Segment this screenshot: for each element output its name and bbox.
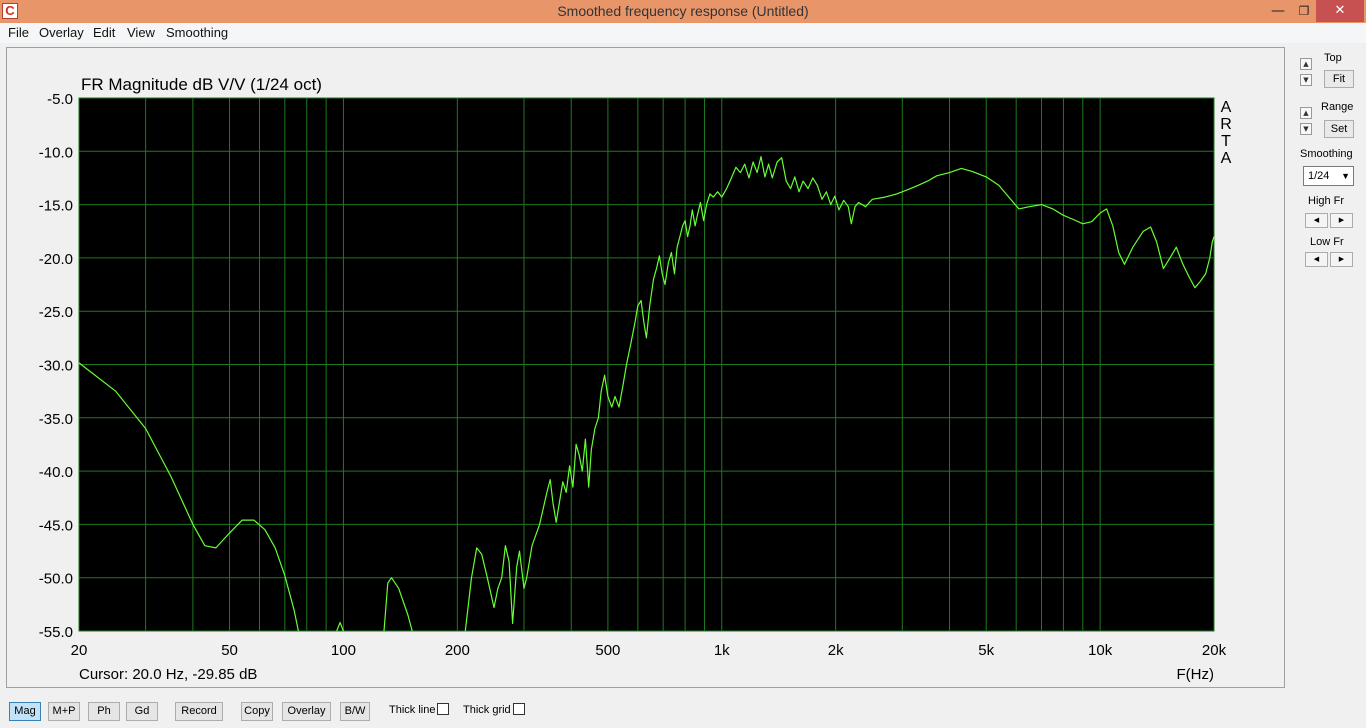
smoothing-label: Smoothing <box>1300 148 1353 160</box>
magnitude-phase-button[interactable]: M+P <box>48 702 80 721</box>
y-tick-label: -55.0 <box>39 624 73 641</box>
high-fr-left-button[interactable]: ◀ <box>1305 213 1328 228</box>
x-tick-label: 50 <box>221 642 238 659</box>
cursor-readout: Cursor: 20.0 Hz, -29.85 dB <box>79 666 257 683</box>
menu-edit[interactable]: Edit <box>93 25 115 40</box>
thick-line-label: Thick line <box>389 704 436 716</box>
watermark-letter: R <box>1220 116 1232 133</box>
y-tick-label: -25.0 <box>39 304 73 321</box>
phase-button[interactable]: Ph <box>88 702 120 721</box>
x-axis-label: F(Hz) <box>1177 666 1215 683</box>
y-tick-label: -45.0 <box>39 517 73 534</box>
menu-overlay[interactable]: Overlay <box>39 25 84 40</box>
menu-bar: File Overlay Edit View Smoothing <box>0 23 1366 43</box>
chevron-down-icon: ▼ <box>1341 171 1350 181</box>
watermark-letter: T <box>1221 133 1231 150</box>
minimize-button[interactable]: — <box>1264 0 1292 22</box>
y-tick-label: -15.0 <box>39 198 73 215</box>
y-tick-label: -5.0 <box>47 91 73 108</box>
overlay-button[interactable]: Overlay <box>282 702 331 721</box>
top-up-spin[interactable]: ▲ <box>1300 58 1312 70</box>
set-button[interactable]: Set <box>1324 120 1354 138</box>
y-tick-label: -50.0 <box>39 571 73 588</box>
y-tick-label: -35.0 <box>39 411 73 428</box>
record-button[interactable]: Record <box>175 702 223 721</box>
thick-grid-checkbox[interactable] <box>513 703 525 715</box>
y-tick-labels: -5.0 -10.0 -15.0 -20.0 -25.0 -30.0 -35.0 -40.0 -… <box>39 91 73 641</box>
x-tick-label: 500 <box>595 642 620 659</box>
window-title: Smoothed frequency response (Untitled) <box>557 3 809 19</box>
bottom-toolbar: Mag M+P Ph Gd Record Copy Overlay B/W Th… <box>0 694 1366 728</box>
x-tick-label: 20k <box>1202 642 1227 659</box>
group-delay-button[interactable]: Gd <box>126 702 158 721</box>
x-tick-label: 1k <box>714 642 730 659</box>
low-fr-right-button[interactable]: ▶ <box>1330 252 1353 267</box>
menu-file[interactable]: File <box>8 25 29 40</box>
x-tick-label: 100 <box>331 642 356 659</box>
x-tick-labels: 20 50 100 200 500 1k 2k 5k 10k 20k <box>71 642 1227 659</box>
title-bar: C Smoothed frequency response (Untitled)… <box>0 0 1366 24</box>
range-label: Range <box>1321 101 1354 113</box>
low-fr-left-button[interactable]: ◀ <box>1305 252 1328 267</box>
y-tick-label: -10.0 <box>39 144 73 161</box>
thick-line-checkbox[interactable] <box>437 703 449 715</box>
smoothing-value: 1/24 <box>1308 170 1330 182</box>
x-tick-label: 5k <box>978 642 994 659</box>
y-tick-label: -30.0 <box>39 358 73 375</box>
restore-button[interactable]: ❐ <box>1290 0 1318 22</box>
thick-grid-label: Thick grid <box>463 704 511 716</box>
x-tick-label: 2k <box>828 642 844 659</box>
range-down-spin[interactable]: ▼ <box>1300 123 1312 135</box>
high-fr-right-button[interactable]: ▶ <box>1330 213 1353 228</box>
frequency-response-chart[interactable]: FR Magnitude dB V/V (1/24 oct) -5.0 -10.0… <box>7 48 1284 687</box>
y-tick-label: -20.0 <box>39 251 73 268</box>
range-up-spin[interactable]: ▲ <box>1300 107 1312 119</box>
x-tick-label: 200 <box>445 642 470 659</box>
top-label: Top <box>1324 52 1342 64</box>
low-fr-label: Low Fr <box>1310 236 1344 248</box>
chart-title: FR Magnitude dB V/V (1/24 oct) <box>81 75 322 94</box>
black-white-button[interactable]: B/W <box>340 702 370 721</box>
close-button[interactable]: ✕ <box>1316 0 1364 22</box>
smoothing-select[interactable]: 1/24 ▼ <box>1303 166 1354 186</box>
arta-watermark: ARTA <box>1220 99 1232 167</box>
right-control-panel: ▲ ▼ Top Fit ▲ ▼ Range Set Smoothing 1/24… <box>1290 50 1366 280</box>
x-tick-label: 10k <box>1088 642 1113 659</box>
y-tick-label: -40.0 <box>39 464 73 481</box>
top-down-spin[interactable]: ▼ <box>1300 74 1312 86</box>
watermark-letter: A <box>1221 99 1232 116</box>
plot-panel: FR Magnitude dB V/V (1/24 oct) -5.0 -10.0… <box>6 47 1285 688</box>
watermark-letter: A <box>1221 150 1232 167</box>
high-fr-label: High Fr <box>1308 195 1345 207</box>
x-tick-label: 20 <box>71 642 88 659</box>
copy-button[interactable]: Copy <box>241 702 273 721</box>
fit-button[interactable]: Fit <box>1324 70 1354 88</box>
menu-view[interactable]: View <box>127 25 155 40</box>
mag-button[interactable]: Mag <box>9 702 41 721</box>
menu-smoothing[interactable]: Smoothing <box>166 25 228 40</box>
